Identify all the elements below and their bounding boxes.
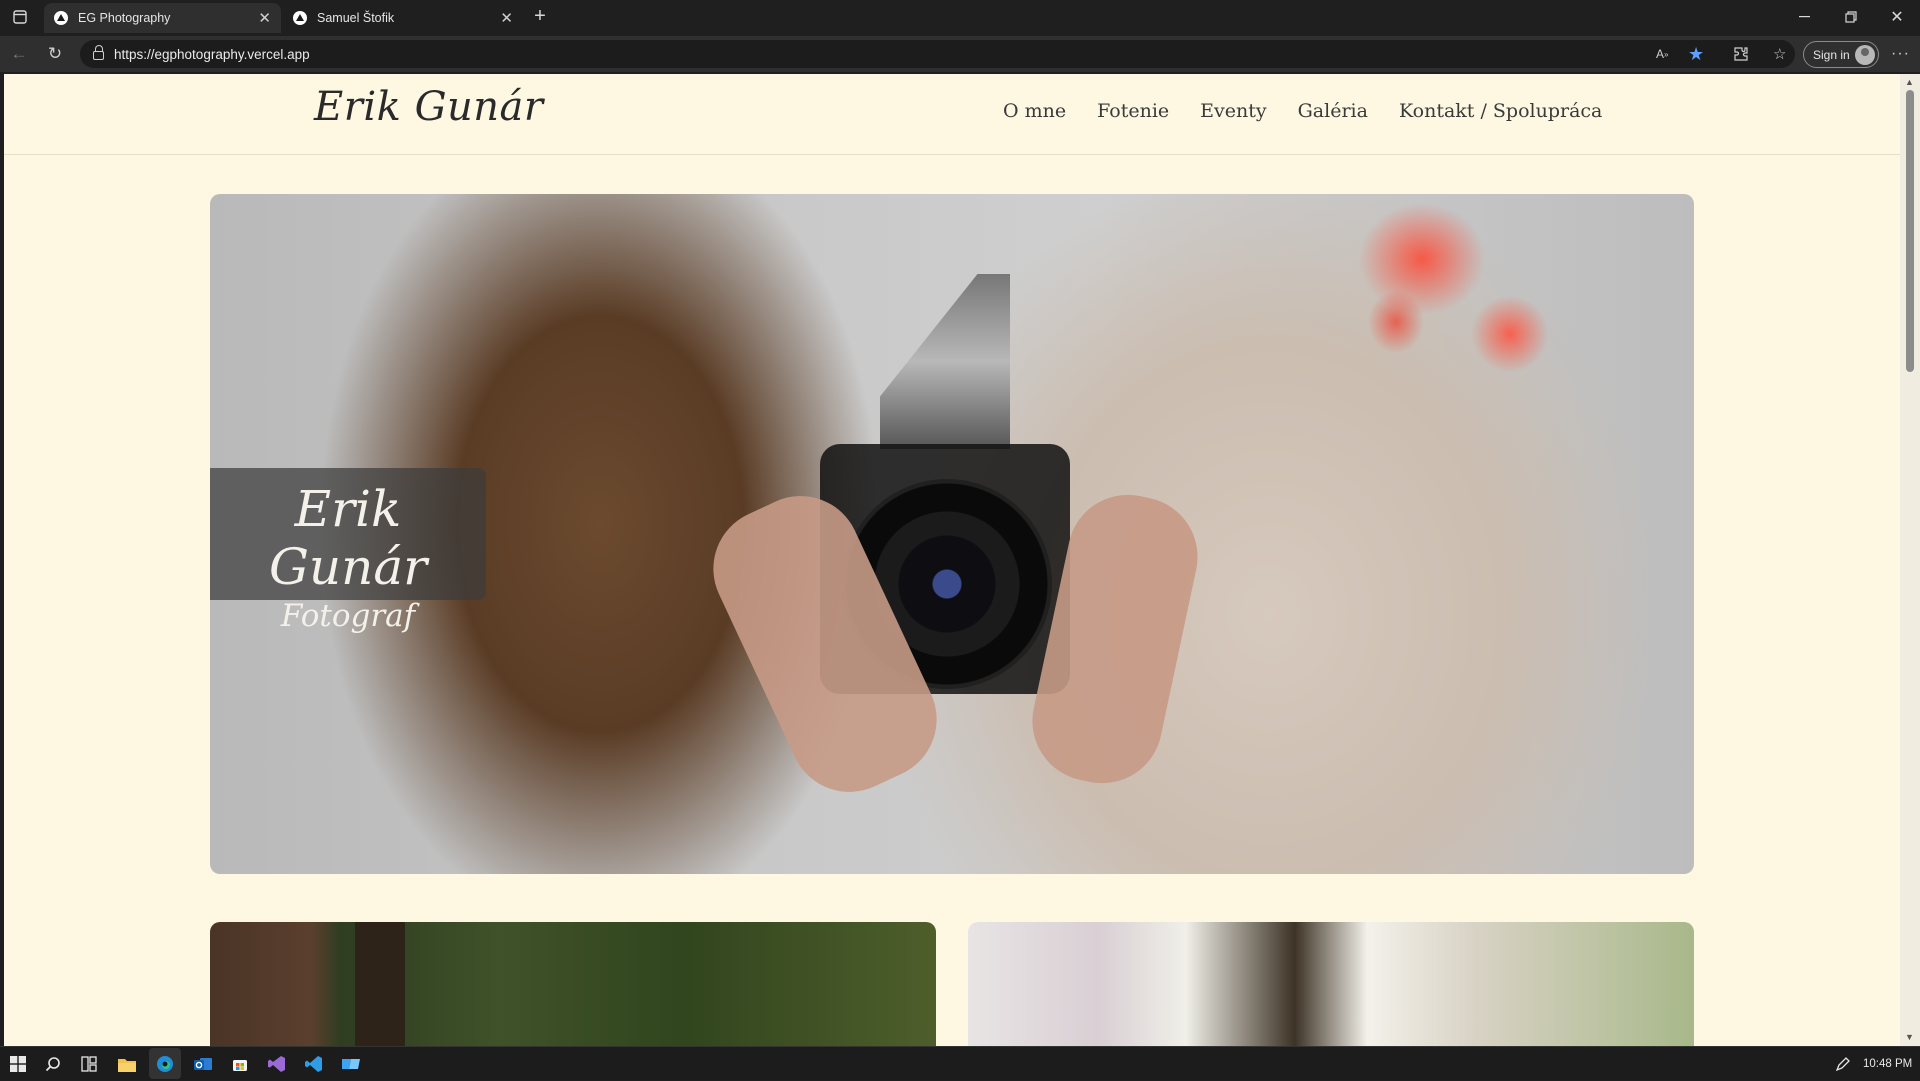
edge-icon[interactable]: [155, 1054, 175, 1074]
store-icon[interactable]: [230, 1054, 250, 1074]
vercel-favicon-icon: [54, 11, 68, 25]
main-nav: O mne Fotenie Eventy Galéria Kontakt / S…: [1003, 100, 1602, 122]
clock-time[interactable]: 10:48 PM: [1863, 1047, 1912, 1081]
page-scrollbar[interactable]: ▲ ▼: [1900, 74, 1920, 1046]
nav-link-fotenie[interactable]: Fotenie: [1097, 100, 1169, 122]
site-logo[interactable]: Erik Gunár: [314, 84, 544, 130]
favorites-icon[interactable]: ☆: [1773, 36, 1786, 72]
gallery-card-wedding[interactable]: [968, 922, 1694, 1046]
vercel-favicon-icon: [293, 11, 307, 25]
star-icon[interactable]: ★: [1688, 36, 1704, 72]
url-field[interactable]: https://egphotography.vercel.app: [80, 40, 1795, 68]
browser-tab-bar: EG Photography ✕ Samuel Štofik ✕ + ✕: [0, 0, 1920, 33]
nav-link-galeria[interactable]: Galéria: [1298, 100, 1368, 122]
hero-caption: Erik Gunár Fotograf: [210, 468, 486, 634]
outlook-icon[interactable]: [193, 1054, 213, 1074]
search-icon[interactable]: [43, 1054, 63, 1074]
reload-icon[interactable]: ↻: [40, 36, 70, 72]
back-arrow-icon[interactable]: ←: [4, 36, 34, 72]
hero-subtitle: Fotograf: [280, 598, 416, 634]
nav-link-kontakt[interactable]: Kontakt / Spolupráca: [1399, 100, 1602, 122]
pen-icon[interactable]: [1833, 1054, 1853, 1074]
windows-start-icon[interactable]: [8, 1054, 28, 1074]
close-window-icon[interactable]: ✕: [1886, 0, 1908, 33]
scroll-up-arrow-icon[interactable]: ▲: [1905, 77, 1914, 87]
url-text: https://egphotography.vercel.app: [114, 46, 310, 62]
address-toolbar: ← ↻ https://egphotography.vercel.app A» …: [0, 36, 1920, 72]
close-icon[interactable]: ✕: [258, 9, 271, 27]
close-icon[interactable]: ✕: [500, 9, 513, 27]
avatar: [1855, 45, 1875, 65]
read-aloud-icon[interactable]: A»: [1656, 36, 1668, 72]
site-header: Erik Gunár O mne Fotenie Eventy Galéria …: [4, 74, 1900, 155]
minimize-icon[interactable]: [1793, 0, 1815, 33]
sign-in-label: Sign in: [1813, 47, 1850, 62]
nav-link-o-mne[interactable]: O mne: [1003, 100, 1066, 122]
nav-link-eventy[interactable]: Eventy: [1200, 100, 1266, 122]
gallery-card-forest[interactable]: [210, 922, 936, 1046]
tab-title: EG Photography: [78, 11, 171, 25]
scroll-down-arrow-icon[interactable]: ▼: [1905, 1032, 1914, 1042]
tab-samuel-stofik[interactable]: Samuel Štofik ✕: [283, 3, 523, 33]
hero-photo: Erik Gunár Fotograf: [210, 194, 1694, 874]
more-icon[interactable]: ···: [1891, 36, 1910, 72]
windows-taskbar: 10:48 PM: [0, 1046, 1920, 1080]
scrollbar-thumb[interactable]: [1906, 90, 1914, 372]
sign-in-button[interactable]: Sign in: [1803, 41, 1879, 68]
hero-title: Erik Gunár: [268, 480, 428, 596]
lock-icon[interactable]: [93, 45, 104, 60]
terminal-icon[interactable]: [341, 1054, 361, 1074]
camera-viewfinder: [880, 274, 1010, 449]
visual-studio-icon[interactable]: [267, 1054, 287, 1074]
file-explorer-icon[interactable]: [117, 1054, 137, 1074]
page-viewport: Erik Gunár O mne Fotenie Eventy Galéria …: [4, 74, 1900, 1046]
vscode-icon[interactable]: [304, 1054, 324, 1074]
sidebar-toggle-icon[interactable]: [8, 0, 32, 33]
tab-eg-photography[interactable]: EG Photography ✕: [44, 3, 281, 33]
restore-icon[interactable]: [1840, 0, 1862, 33]
extensions-icon[interactable]: [1733, 36, 1749, 72]
task-view-icon[interactable]: [79, 1054, 99, 1074]
plus-icon[interactable]: +: [527, 0, 553, 33]
tab-title: Samuel Štofik: [317, 11, 395, 25]
